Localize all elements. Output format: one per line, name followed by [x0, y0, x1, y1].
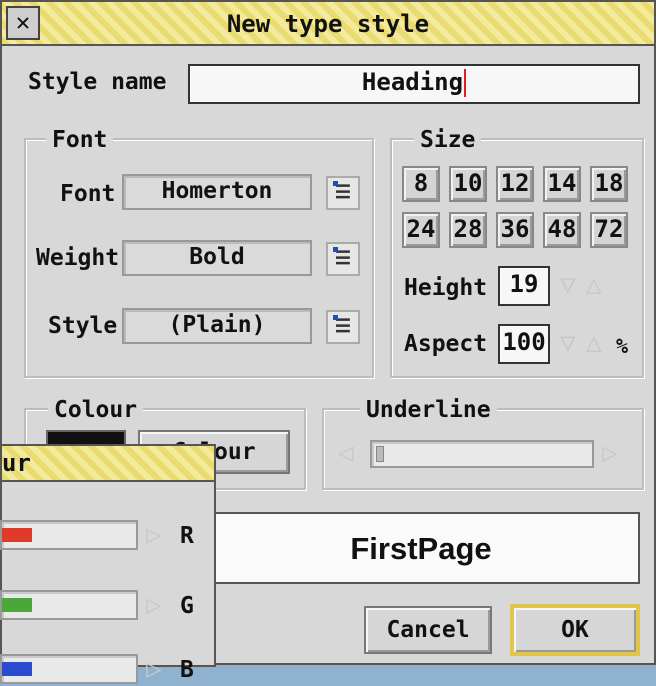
font-label: Font [60, 181, 116, 207]
height-up-icon[interactable]: △ [586, 270, 602, 300]
size-button-12[interactable]: 12 [496, 166, 534, 202]
blue-label: B [180, 657, 194, 683]
style-name-value: Heading [361, 68, 464, 96]
aspect-unit: % [616, 334, 629, 358]
aspect-down-icon[interactable]: ▽ [560, 328, 576, 358]
green-slider-fill [2, 598, 32, 612]
size-button-10[interactable]: 10 [449, 166, 487, 202]
text-caret [464, 69, 467, 97]
weight-display: Bold [122, 240, 312, 276]
underline-right-icon[interactable]: ▷ [602, 438, 618, 468]
weight-label: Weight [36, 245, 120, 271]
underline-group-title: Underline [360, 396, 497, 424]
size-group-title: Size [414, 126, 482, 154]
red-right-icon[interactable]: ▷ [146, 520, 162, 550]
blue-slider-fill [2, 662, 32, 676]
size-button-24[interactable]: 24 [402, 212, 440, 248]
style-label: Style [48, 313, 118, 339]
red-slider-fill [2, 528, 32, 542]
window-title: New type style [226, 10, 430, 38]
height-down-icon[interactable]: ▽ [560, 270, 576, 300]
style-display: (Plain) [122, 308, 312, 344]
red-slider-track[interactable] [0, 520, 138, 550]
size-button-18[interactable]: 18 [590, 166, 628, 202]
underline-slider-handle[interactable] [376, 446, 384, 462]
green-label: G [180, 593, 194, 619]
weight-menu-icon[interactable]: ☰ [326, 242, 360, 276]
style-menu-icon[interactable]: ☰ [326, 310, 360, 344]
blue-right-icon[interactable]: ▷ [146, 654, 162, 684]
font-display: Homerton [122, 174, 312, 210]
size-button-8[interactable]: 8 [402, 166, 440, 202]
new-type-style-window: ✕ New type style Style name Heading Font… [0, 0, 656, 684]
green-slider-track[interactable] [0, 590, 138, 620]
green-right-icon[interactable]: ▷ [146, 590, 162, 620]
colour-window: ur ▷ R ▷ G ▷ B [0, 444, 216, 684]
size-button-14[interactable]: 14 [543, 166, 581, 202]
underline-left-icon[interactable]: ◁ [338, 438, 354, 468]
style-name-label: Style name [28, 69, 167, 95]
height-input[interactable]: 19 [498, 266, 550, 306]
colour-window-title-bar[interactable]: ur [2, 446, 214, 482]
font-menu-icon[interactable]: ☰ [326, 176, 360, 210]
size-button-28[interactable]: 28 [449, 212, 487, 248]
size-button-72[interactable]: 72 [590, 212, 628, 248]
cancel-button[interactable]: Cancel [364, 606, 492, 654]
underline-slider-track[interactable] [370, 440, 594, 468]
style-name-input[interactable]: Heading [188, 64, 640, 104]
colour-group-title: Colour [48, 396, 144, 424]
preview-box: FirstPage [202, 512, 640, 584]
colour-window-title: ur [2, 449, 31, 477]
aspect-input[interactable]: 100 [498, 324, 550, 364]
aspect-up-icon[interactable]: △ [586, 328, 602, 358]
aspect-label: Aspect [404, 331, 488, 357]
red-label: R [180, 523, 194, 549]
title-bar[interactable]: ✕ New type style [2, 2, 654, 46]
size-button-36[interactable]: 36 [496, 212, 534, 248]
font-group-title: Font [46, 126, 114, 154]
height-label: Height [404, 275, 488, 301]
ok-button[interactable]: OK [510, 604, 640, 656]
size-button-48[interactable]: 48 [543, 212, 581, 248]
blue-slider-track[interactable] [0, 654, 138, 684]
